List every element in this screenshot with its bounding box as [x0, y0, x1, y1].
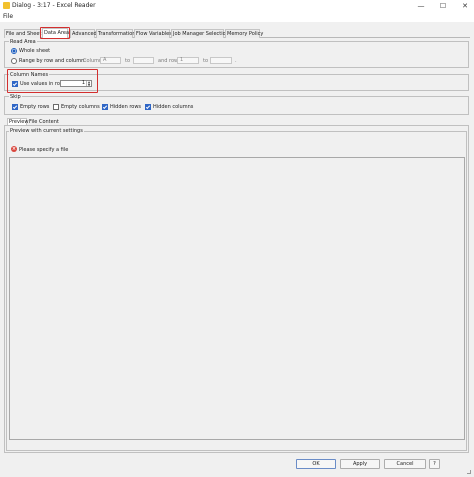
tab-highlight [40, 27, 70, 39]
apply-button[interactable]: Apply [340, 459, 380, 469]
hidden-columns-label: Hidden columns [153, 104, 194, 110]
error-icon: × [11, 146, 17, 152]
hidden-rows-checkbox[interactable] [102, 104, 108, 110]
tab-flow-variables[interactable]: Flow Variables [134, 29, 172, 38]
tab-advanced[interactable]: Advanced [70, 29, 97, 38]
whole-sheet-label: Whole sheet [19, 48, 51, 54]
range-trailing-dot: . [235, 58, 237, 64]
skip-title: Skip [9, 94, 22, 100]
menu-bar [0, 12, 474, 21]
maximize-button[interactable]: ☐ [436, 0, 450, 12]
empty-columns-checkbox[interactable] [53, 104, 59, 110]
minimize-button[interactable]: — [414, 0, 428, 12]
preview-table-area [9, 157, 465, 440]
resize-grip-icon[interactable] [467, 470, 471, 474]
row-from-field[interactable]: 1 [177, 57, 199, 64]
empty-rows-checkbox[interactable] [12, 104, 18, 110]
column-from-field[interactable]: A [100, 57, 121, 64]
tab-transformation[interactable]: Transformation [96, 29, 136, 38]
help-button[interactable]: ? [429, 459, 440, 469]
menu-file[interactable]: File [3, 13, 13, 20]
column-to-field[interactable] [133, 57, 154, 64]
app-icon [3, 2, 10, 9]
empty-columns-label: Empty columns [61, 104, 100, 110]
tab-file-and-sheet[interactable]: File and Sheet [4, 29, 41, 38]
ok-button[interactable]: OK [296, 459, 336, 469]
preview-title: Preview with current settings [9, 128, 84, 134]
read-area-title: Read Area [9, 39, 37, 45]
range-radio[interactable] [11, 58, 17, 64]
tab-memory-policy[interactable]: Memory Policy [225, 29, 263, 38]
to-label-2: to [203, 58, 209, 64]
empty-rows-label: Empty rows [20, 104, 50, 110]
to-label-1: to [125, 58, 131, 64]
window-title: Dialog - 3:17 - Excel Reader [12, 2, 96, 9]
hidden-rows-label: Hidden rows [110, 104, 142, 110]
whole-sheet-radio[interactable] [11, 48, 17, 54]
row-to-field[interactable] [210, 57, 232, 64]
hidden-columns-checkbox[interactable] [145, 104, 151, 110]
and-row-label: and row [158, 58, 179, 64]
cancel-button[interactable]: Cancel [384, 459, 426, 469]
column-names-highlight [7, 69, 98, 93]
range-label: Range by row and column: [19, 58, 86, 64]
close-button[interactable]: ✕ [458, 0, 472, 12]
tab-job-manager-selection[interactable]: Job Manager Selection [171, 29, 229, 38]
error-message: Please specify a file [19, 147, 69, 153]
